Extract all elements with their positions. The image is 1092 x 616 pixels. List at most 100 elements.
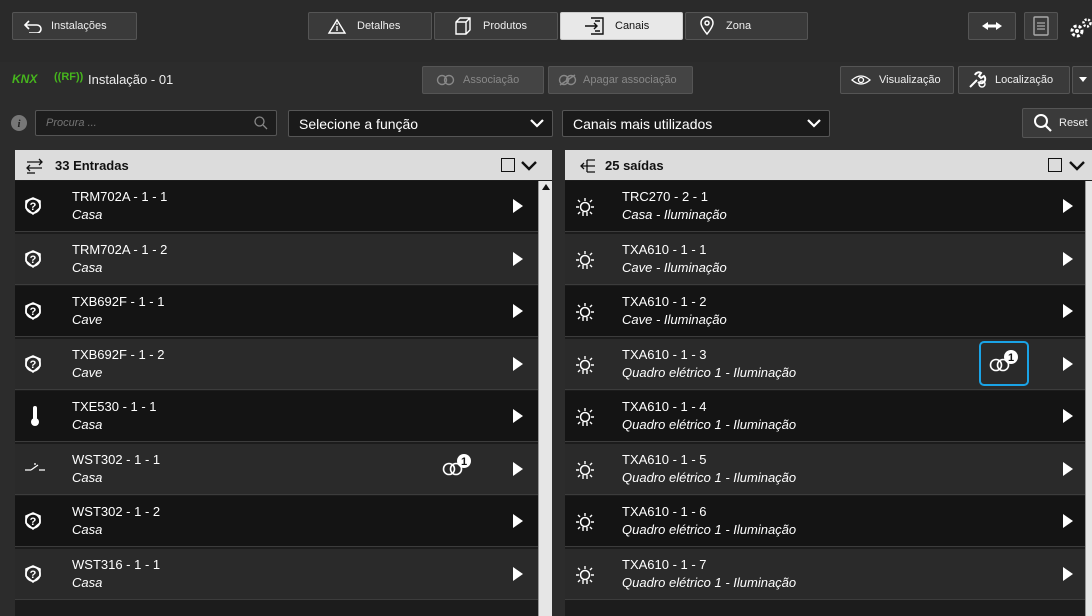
- open-channel-arrow-icon[interactable]: [1063, 356, 1073, 371]
- inputs-scrollbar[interactable]: [538, 181, 552, 616]
- output-channel-row[interactable]: TRC270 - 2 - 1 Casa - Iluminação: [565, 181, 1085, 232]
- light-icon: [574, 565, 596, 592]
- channel-location: Casa: [72, 259, 103, 275]
- output-channel-row[interactable]: TXA610 - 1 - 6 Quadro elétrico 1 - Ilumin…: [565, 496, 1085, 547]
- input-channel-row[interactable]: ? WST316 - 1 - 1 Casa: [15, 548, 538, 600]
- reset-button[interactable]: Reset: [1022, 108, 1092, 138]
- channel-location: Quadro elétrico 1 - Iluminação: [622, 522, 797, 537]
- switch-icon: [24, 460, 46, 478]
- caret-down-icon: [1079, 77, 1087, 82]
- open-channel-arrow-icon[interactable]: [513, 461, 523, 476]
- input-channel-row[interactable]: ? WST302 - 1 - 2 Casa: [15, 496, 538, 547]
- link-rings-icon: [436, 74, 455, 86]
- open-channel-arrow-icon[interactable]: [1063, 566, 1073, 581]
- tab-label: Zona: [726, 20, 752, 32]
- open-channel-arrow-icon[interactable]: [513, 566, 523, 581]
- search-input[interactable]: [36, 111, 236, 135]
- channels-select[interactable]: Canais mais utilizados: [562, 110, 830, 137]
- channel-location: Casa: [72, 417, 103, 432]
- magnifier-icon: [1034, 114, 1052, 132]
- scroll-up-icon[interactable]: [542, 184, 550, 190]
- output-channel-row[interactable]: TXA610 - 1 - 3 Quadro elétrico 1 - Ilumin…: [565, 338, 1085, 390]
- info-icon[interactable]: i: [10, 114, 28, 137]
- association-link-icon[interactable]: 1: [979, 340, 1029, 386]
- double-arrow-icon: [982, 22, 1002, 30]
- collapse-chevron-icon[interactable]: [1069, 160, 1085, 171]
- open-channel-arrow-icon[interactable]: [513, 251, 523, 266]
- channel-name: TXA610 - 1 - 3: [622, 346, 707, 362]
- open-channel-arrow-icon[interactable]: [1063, 199, 1073, 213]
- output-channel-row[interactable]: TXA610 - 1 - 5 Quadro elétrico 1 - Ilumin…: [565, 443, 1085, 495]
- toggle-view-button[interactable]: [968, 12, 1016, 40]
- open-channel-arrow-icon[interactable]: [513, 409, 523, 423]
- outputs-panel-title: 25 saídas: [605, 158, 664, 173]
- open-channel-arrow-icon[interactable]: [1063, 251, 1073, 266]
- channel-location: Casa: [72, 574, 103, 590]
- input-channel-row[interactable]: ? TXB692F - 1 - 1 Cave: [15, 286, 538, 337]
- channels-select-value: Canais mais utilizados: [573, 115, 713, 132]
- location-button[interactable]: Localização: [958, 66, 1070, 94]
- open-channel-arrow-icon[interactable]: [513, 199, 523, 213]
- channel-name: WST302 - 1 - 2: [72, 504, 161, 519]
- question-icon: ?: [24, 512, 42, 535]
- light-icon: [574, 197, 596, 224]
- back-to-installations-button[interactable]: Instalações: [12, 12, 137, 40]
- channel-location: Casa: [72, 522, 103, 537]
- tab-produtos[interactable]: Produtos: [434, 12, 558, 40]
- open-channel-arrow-icon[interactable]: [1063, 409, 1073, 423]
- select-all-checkbox[interactable]: [501, 158, 515, 172]
- function-select[interactable]: Selecione a função: [288, 110, 553, 137]
- output-channel-row[interactable]: TXA610 - 1 - 4 Quadro elétrico 1 - Ilumin…: [565, 391, 1085, 442]
- collapse-chevron-icon[interactable]: [521, 160, 537, 171]
- search-icon[interactable]: [254, 116, 268, 130]
- select-all-checkbox[interactable]: [1048, 158, 1062, 172]
- channel-name: TRM702A - 1 - 1: [72, 189, 168, 204]
- output-channel-row[interactable]: TXA610 - 1 - 7 Quadro elétrico 1 - Ilumin…: [565, 548, 1085, 600]
- input-channel-row[interactable]: ? TRM702A - 1 - 1 Casa: [15, 181, 538, 232]
- remove-association-button[interactable]: Apagar associação: [548, 66, 693, 94]
- channel-location: Quadro elétrico 1 - Iluminação: [622, 364, 797, 380]
- open-channel-arrow-icon[interactable]: [513, 304, 523, 318]
- document-button[interactable]: [1024, 12, 1058, 40]
- chevron-down-icon: [807, 119, 821, 128]
- open-channel-arrow-icon[interactable]: [513, 514, 523, 528]
- output-channel-row[interactable]: TXA610 - 1 - 1 Cave - Iluminação: [565, 233, 1085, 285]
- light-icon: [574, 250, 596, 277]
- outputs-scrollbar[interactable]: [1085, 181, 1092, 616]
- association-link-icon[interactable]: 1: [440, 453, 474, 484]
- box-icon: [455, 17, 471, 35]
- input-channel-row[interactable]: WST302 - 1 - 1 Casa 1: [15, 443, 538, 495]
- back-arrow-icon: [23, 20, 42, 33]
- input-channel-row[interactable]: TXE530 - 1 - 1 Casa: [15, 391, 538, 442]
- open-channel-arrow-icon[interactable]: [1063, 461, 1073, 476]
- light-icon: [574, 355, 596, 382]
- settings-gear-icon[interactable]: [1068, 18, 1092, 45]
- channel-location: Casa: [72, 469, 103, 485]
- input-channel-row[interactable]: ? TXB692F - 1 - 2 Cave: [15, 338, 538, 390]
- output-channel-row[interactable]: TXA610 - 1 - 2 Cave - Iluminação: [565, 286, 1085, 337]
- visualization-button[interactable]: Visualização: [840, 66, 954, 94]
- thermometer-icon: [29, 405, 41, 432]
- open-channel-arrow-icon[interactable]: [1063, 304, 1073, 318]
- open-channel-arrow-icon[interactable]: [513, 356, 523, 371]
- channel-name: WST316 - 1 - 1: [72, 556, 161, 572]
- associate-label: Associação: [463, 74, 520, 86]
- rf-logo: ((RF)): [54, 71, 84, 83]
- function-select-value: Selecione a função: [299, 115, 419, 132]
- svg-text:?: ?: [30, 306, 37, 318]
- input-channel-row[interactable]: ? TRM702A - 1 - 2 Casa: [15, 233, 538, 285]
- tab-zona[interactable]: Zona: [685, 12, 808, 40]
- channel-name: TXE530 - 1 - 1: [72, 399, 157, 414]
- inputs-panel-header: 33 Entradas: [15, 150, 552, 180]
- svg-text:?: ?: [30, 516, 37, 528]
- tab-detalhes[interactable]: Detalhes: [308, 12, 432, 40]
- tab-canais[interactable]: Canais: [560, 12, 683, 40]
- location-pin-icon: [700, 16, 714, 36]
- location-dropdown-button[interactable]: [1072, 66, 1092, 94]
- inputs-panel: 33 Entradas ? TRM702A - 1 - 1 Casa? TRM702A…: [15, 150, 552, 616]
- light-icon: [574, 302, 596, 329]
- unlink-rings-icon: [558, 74, 577, 86]
- open-channel-arrow-icon[interactable]: [1063, 514, 1073, 528]
- associate-button[interactable]: Associação: [422, 66, 544, 94]
- channel-name: TXB692F - 1 - 2: [72, 346, 165, 362]
